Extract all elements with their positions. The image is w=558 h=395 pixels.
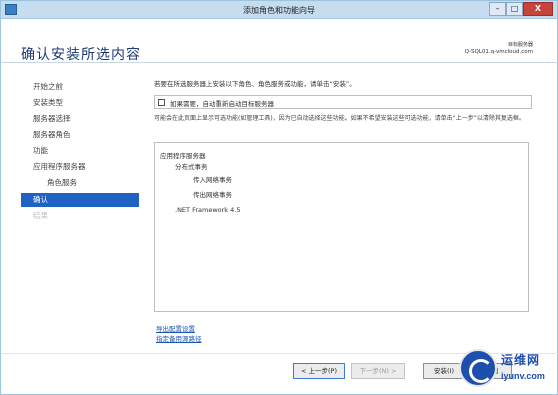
sidebar-item-before-you-begin[interactable]: 开始之前: [21, 80, 139, 94]
sidebar-item-application-server[interactable]: 应用程序服务器: [21, 160, 139, 174]
list-item: 传出网络事务: [193, 191, 232, 199]
optional-features-note: 可能会在此页面上显示可选功能(如管理工具)，因为已自动选择这些功能。如果不希望安…: [154, 115, 525, 122]
restart-option-row[interactable]: 如果需要，自动重新启动目标服务器: [154, 95, 532, 109]
previous-button[interactable]: < 上一步(P): [293, 363, 345, 379]
target-server-label: 目标服务器: [507, 42, 533, 48]
alternate-source-link[interactable]: 指定备用源路径: [156, 333, 202, 343]
maximize-button[interactable]: □: [506, 2, 523, 16]
export-settings-link[interactable]: 导出配置设置: [156, 323, 195, 333]
window-title: 添加角色和功能向导: [243, 6, 315, 15]
list-item: 传入网络事务: [193, 176, 232, 184]
title-bar[interactable]: 添加角色和功能向导 – □ X: [1, 1, 557, 19]
sidebar-item-server-roles[interactable]: 服务器角色: [21, 128, 139, 142]
minimize-button[interactable]: –: [489, 2, 506, 16]
list-item: 分布式事务: [175, 163, 208, 171]
list-item: .NET Framework 4.5: [175, 206, 241, 214]
intro-text: 若要在所选服务器上安装以下角色、角色服务或功能，请单击“安装”。: [154, 80, 356, 88]
restart-checkbox[interactable]: [158, 99, 165, 106]
watermark-logo-icon: [459, 349, 497, 387]
selection-list: 应用程序服务器 分布式事务 传入网络事务 传出网络事务 .NET Framewo…: [154, 142, 529, 312]
target-server-value: Q-SQL01.q-vmcloud.com: [464, 49, 533, 55]
wizard-steps-sidebar: 开始之前 安装类型 服务器选择 服务器角色 功能 应用程序服务器 角色服务 确认…: [1, 63, 147, 353]
page-title: 确认安装所选内容: [21, 47, 141, 63]
list-item: 应用程序服务器: [160, 152, 206, 160]
watermark-text: 运维网: [501, 353, 541, 367]
sidebar-item-features[interactable]: 功能: [21, 144, 139, 158]
wizard-window: 添加角色和功能向导 – □ X 确认安装所选内容 目标服务器 Q-SQL01.q…: [0, 0, 558, 395]
sidebar-item-server-selection[interactable]: 服务器选择: [21, 112, 139, 126]
sidebar-item-role-services[interactable]: 角色服务: [21, 176, 139, 190]
watermark-logo: 运维网 iyunv.com: [459, 347, 557, 393]
watermark-url: iyunv.com: [501, 371, 545, 381]
sidebar-item-results: 结果: [33, 211, 48, 220]
restart-checkbox-label[interactable]: 如果需要，自动重新启动目标服务器: [170, 98, 274, 108]
next-button[interactable]: 下一步(N) >: [351, 363, 405, 379]
sidebar-item-confirmation[interactable]: 确认: [21, 193, 139, 207]
close-button[interactable]: X: [523, 2, 553, 16]
sidebar-item-installation-type[interactable]: 安装类型: [21, 96, 139, 110]
